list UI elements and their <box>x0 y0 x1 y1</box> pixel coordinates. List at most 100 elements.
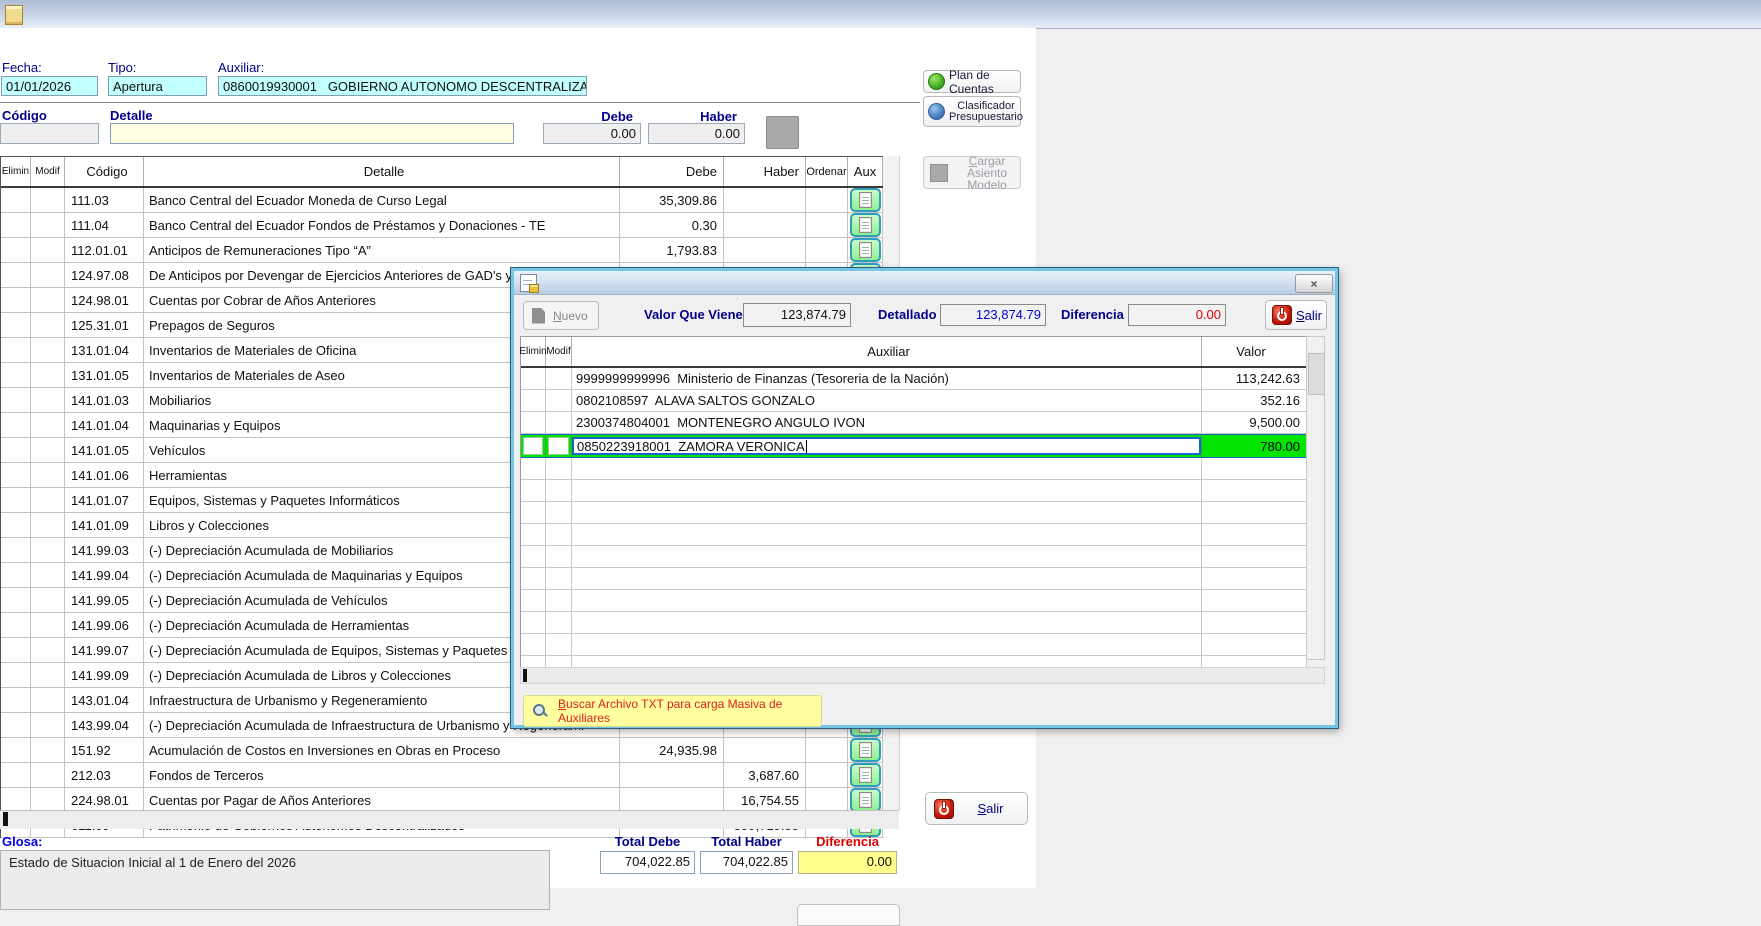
scrollbar-thumb[interactable] <box>3 812 8 826</box>
cell-modif <box>31 288 65 312</box>
debe-input[interactable]: 0.00 <box>543 123 641 144</box>
gray-square-icon <box>930 164 948 182</box>
cell-elimin <box>521 502 546 523</box>
dialog-table-row[interactable]: 0850223918001 ZAMORA VERONICA780.00 <box>521 434 1307 458</box>
dialog-table-row[interactable]: 2300374804001 MONTENEGRO ANGULO IVON9,50… <box>521 412 1307 434</box>
debe-label: Debe <box>543 109 633 124</box>
aux-button[interactable] <box>850 738 881 762</box>
header-detalle: Detalle <box>144 157 620 186</box>
dialog-salir-button[interactable]: Salir <box>1265 300 1327 330</box>
dialog-table-row-empty[interactable] <box>521 568 1307 590</box>
nuevo-button[interactable]: Nuevo <box>523 301 599 330</box>
cell-elimin <box>1 588 31 612</box>
aux-button[interactable] <box>850 763 881 787</box>
cell-modif <box>546 524 572 545</box>
cell-elimin <box>521 412 546 433</box>
cell-elimin <box>521 480 546 501</box>
cell-modif <box>31 688 65 712</box>
table-row[interactable]: 111.04Banco Central del Ecuador Fondos d… <box>1 213 884 238</box>
codigo-input[interactable] <box>0 123 99 144</box>
dialog-table-row-empty[interactable] <box>521 546 1307 568</box>
dialog-table-row[interactable]: 9999999999996 Ministerio de Finanzas (Te… <box>521 368 1307 390</box>
cell-ordenar <box>806 738 848 762</box>
dialog-table-row-empty[interactable] <box>521 480 1307 502</box>
cell-modif <box>546 458 572 479</box>
clasificador-presupuestario-button[interactable]: ClasificadorPresupuestario <box>923 96 1021 127</box>
cell-elimin <box>521 546 546 567</box>
cell-elimin <box>1 238 31 262</box>
detalle-input[interactable] <box>110 123 514 144</box>
cell-valor <box>1202 458 1307 479</box>
cell-elimin <box>1 513 31 537</box>
cell-elimin <box>1 188 31 212</box>
aux-button[interactable] <box>850 238 881 262</box>
cell-valor: 780.00 <box>1202 435 1307 457</box>
glosa-input[interactable]: Estado de Situacion Inicial al 1 de Ener… <box>0 850 550 910</box>
cell-modif <box>31 388 65 412</box>
dialog-table-row-empty[interactable] <box>521 524 1307 546</box>
close-button[interactable]: × <box>1295 274 1333 293</box>
cell-debe: 35,309.86 <box>620 188 724 212</box>
salir-button[interactable]: Salir <box>925 792 1028 825</box>
dialog-table-row[interactable]: 0802108597 ALAVA SALTOS GONZALO352.16 <box>521 390 1307 412</box>
cell-modif <box>31 213 65 237</box>
cell-detalle: Fondos de Terceros <box>144 763 620 787</box>
dialog-header-elimin: Elimin <box>521 337 546 366</box>
dialog-power-icon <box>1272 305 1292 325</box>
plan-de-cuentas-button[interactable]: Plan de Cuentas <box>923 70 1021 93</box>
power-icon <box>934 799 954 819</box>
dialog-table-row-empty[interactable] <box>521 502 1307 524</box>
haber-input[interactable]: 0.00 <box>648 123 745 144</box>
cell-modif <box>546 368 572 389</box>
cell-elimin <box>1 613 31 637</box>
aux-button[interactable] <box>850 213 881 237</box>
cell-modif <box>31 263 65 287</box>
cell-elimin <box>521 634 546 655</box>
cell-codigo: 141.99.07 <box>65 638 144 662</box>
auxiliares-dialog: × Nuevo Valor Que Viene : 123,874.79 Det… <box>511 268 1338 728</box>
tipo-label: Tipo: <box>108 60 136 75</box>
table-row[interactable]: 151.92Acumulación de Costos en Inversion… <box>1 738 884 763</box>
cell-auxiliar <box>572 480 1202 501</box>
dialog-scrollbar-thumb[interactable] <box>1308 353 1325 395</box>
cell-modif <box>546 390 572 411</box>
table-row[interactable]: 111.03Banco Central del Ecuador Moneda d… <box>1 188 884 213</box>
dialog-table-row-empty[interactable] <box>521 634 1307 656</box>
cell-modif <box>31 513 65 537</box>
buscar-txt-button[interactable]: Buscar Archivo TXT para carga Masiva de … <box>523 695 822 727</box>
clasificador-label: ClasificadorPresupuestario <box>949 101 1023 123</box>
cell-elimin <box>1 263 31 287</box>
tipo-input[interactable]: Apertura <box>108 76 207 96</box>
table-row[interactable]: 212.03Fondos de Terceros3,687.60 <box>1 763 884 788</box>
cell-inner <box>548 437 569 455</box>
cell-detalle: Cuentas por Pagar de Años Anteriores <box>144 788 620 812</box>
aux-button[interactable] <box>850 188 881 212</box>
aux-button[interactable] <box>850 788 881 812</box>
cargar-asiento-modelo-button[interactable]: Cargar AsientoModelo <box>923 156 1021 189</box>
cell-detalle: Banco Central del Ecuador Fondos de Prés… <box>144 213 620 237</box>
dialog-horizontal-scrollbar[interactable] <box>520 667 1325 684</box>
auxiliares-table: Elimin Modif Auxiliar Valor 999999999999… <box>520 336 1307 678</box>
cell-modif <box>31 638 65 662</box>
cell-elimin <box>521 390 546 411</box>
partial-bottom-button[interactable] <box>797 904 900 926</box>
dialog-table-row-empty[interactable] <box>521 612 1307 634</box>
cell-elimin <box>1 638 31 662</box>
cell-ordenar <box>806 763 848 787</box>
cell-codigo: 111.03 <box>65 188 144 212</box>
dialog-table-row-empty[interactable] <box>521 458 1307 480</box>
table-row[interactable]: 112.01.01Anticipos de Remuneraciones Tip… <box>1 238 884 263</box>
auxiliar-input[interactable]: 0860019930001 GOBIERNO AUTONOMO DESCENTR… <box>218 76 587 96</box>
fecha-input[interactable]: 01/01/2026 <box>1 76 98 96</box>
document-icon <box>859 742 872 758</box>
auxiliar-editor[interactable]: 0850223918001 ZAMORA VERONICA <box>572 437 1201 455</box>
fecha-label: Fecha: <box>2 60 42 75</box>
dialog-table-row-empty[interactable] <box>521 590 1307 612</box>
cell-codigo: 151.92 <box>65 738 144 762</box>
document-icon <box>859 792 872 808</box>
add-row-button[interactable] <box>766 116 799 149</box>
horizontal-scrollbar[interactable] <box>0 810 899 829</box>
dialog-hscroll-thumb[interactable] <box>523 669 527 682</box>
cell-codigo: 141.01.03 <box>65 388 144 412</box>
cell-haber <box>724 188 806 212</box>
